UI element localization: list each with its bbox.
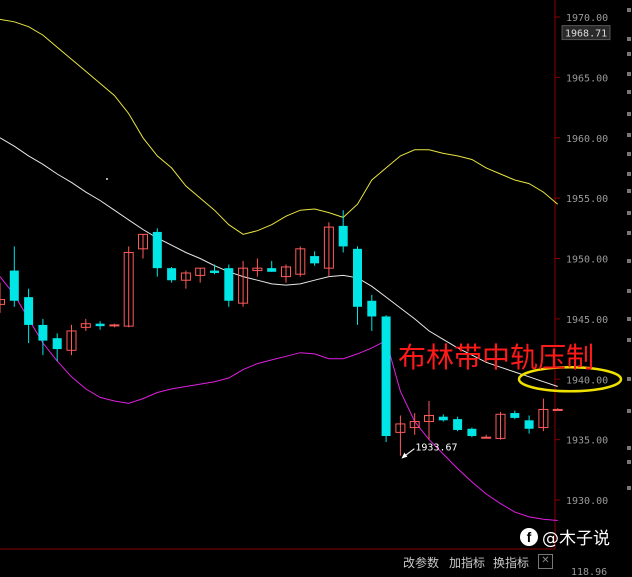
candle-body: [9, 270, 19, 301]
y-tick-label: 1935.00: [566, 436, 608, 447]
bollinger-lower-line: [0, 276, 558, 521]
stray-dot: [106, 178, 108, 180]
low-annotation-label: 1933.67: [415, 443, 457, 454]
change-params-button[interactable]: 改参数: [403, 554, 439, 571]
y-tick-label: 1950.00: [566, 255, 608, 266]
candle-body: [0, 299, 5, 305]
facebook-icon: f: [520, 527, 538, 546]
candle-body: [467, 428, 477, 437]
candle-body: [267, 268, 277, 272]
candle-body: [152, 231, 162, 269]
switch-indicator-button[interactable]: 换指标: [493, 554, 529, 571]
annotation-text: 布林带中轨压制: [398, 341, 595, 374]
candle-body: [338, 225, 348, 247]
candle-body: [481, 436, 492, 439]
candle-body: [510, 413, 520, 418]
candle-body: [109, 324, 120, 327]
right-scroll-strip[interactable]: [622, 0, 632, 577]
bollinger-upper-line: [0, 18, 559, 235]
y-tick-label: 1940.00: [566, 375, 608, 386]
y-tick-label: 1970.00: [566, 13, 608, 24]
add-indicator-button[interactable]: 加指标: [449, 554, 485, 571]
candle-body: [381, 316, 391, 437]
candle-body: [210, 270, 219, 273]
candle-body: [367, 300, 377, 317]
watermark-text: @木子说: [542, 529, 610, 549]
current-price-label: 1968.71: [565, 29, 607, 40]
candle-body: [95, 323, 105, 327]
candle-body: [524, 420, 534, 429]
close-icon[interactable]: ✕: [538, 554, 553, 569]
candle-body: [453, 419, 463, 430]
candle-body: [310, 256, 320, 264]
y-tick-label: 1960.00: [566, 134, 608, 145]
candle-body: [52, 338, 62, 350]
chart-svg: 1970.00 1965.00 1960.00 1955.00 1950.00 1945.…: [0, 0, 631, 577]
watermark: f @木子说: [520, 524, 610, 549]
y-tick-label: 1965.00: [566, 73, 608, 84]
candle-body: [224, 268, 234, 301]
y-tick-label: 1955.00: [566, 194, 608, 205]
candle-body: [167, 268, 177, 281]
y-tick-label: 1930.00: [566, 496, 608, 507]
candle-body: [38, 324, 48, 341]
candle-body: [552, 408, 563, 411]
candle-body: [353, 248, 362, 307]
candle-body: [24, 297, 34, 325]
y-tick-label: 1945.00: [566, 315, 608, 326]
candle-body: [438, 416, 448, 421]
low-annotation-arrowhead: [401, 452, 408, 459]
